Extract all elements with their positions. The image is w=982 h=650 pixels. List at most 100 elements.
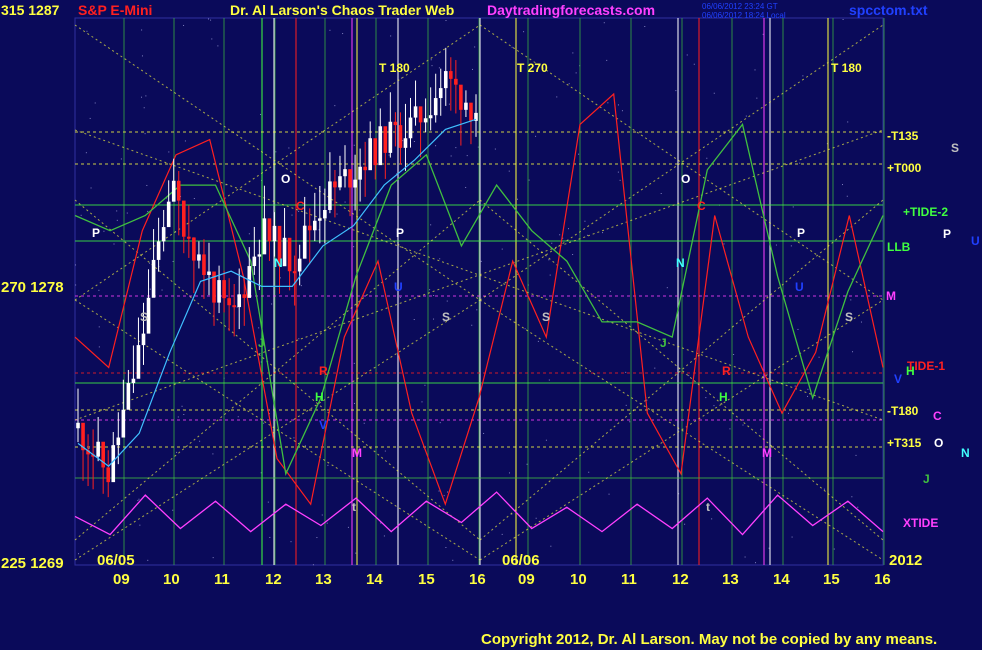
star-dot — [575, 72, 577, 74]
site-link[interactable]: Daytradingforecasts.com — [487, 2, 655, 18]
price-bar — [272, 225, 277, 242]
star-dot — [430, 224, 432, 226]
star-dot — [608, 493, 610, 495]
price-bar — [348, 169, 352, 188]
page-title: Dr. Al Larson's Chaos Trader Web — [230, 2, 455, 18]
price-bar — [459, 84, 463, 110]
star-dot — [141, 55, 143, 57]
star-dot — [450, 155, 452, 157]
star-dot — [607, 102, 609, 104]
price-bar — [287, 237, 292, 272]
price-bar — [333, 181, 337, 188]
star-dot — [199, 440, 201, 442]
star-dot — [452, 559, 454, 561]
star-dot — [326, 522, 328, 524]
star-dot — [559, 234, 561, 236]
price-bar — [96, 441, 100, 457]
star-dot — [193, 198, 195, 200]
star-dot — [857, 506, 859, 508]
price-bar — [106, 467, 111, 483]
star-dot — [147, 559, 149, 561]
annotation-t180: T 180 — [379, 61, 410, 75]
price-bar — [176, 180, 181, 201]
price-bar — [267, 218, 272, 242]
star-dot — [431, 65, 433, 67]
price-bar — [388, 121, 393, 153]
price-bar — [297, 258, 302, 272]
star-dot — [568, 228, 570, 230]
star-dot — [439, 422, 441, 424]
annotation-u: U — [795, 280, 804, 294]
star-dot — [329, 29, 331, 31]
star-dot — [483, 432, 485, 434]
star-dot — [336, 213, 338, 215]
price-bar — [136, 345, 141, 379]
star-dot — [625, 371, 627, 373]
star-dot — [733, 354, 735, 356]
annotation-c: C — [697, 199, 706, 213]
year-label: 2012 — [889, 552, 923, 569]
star-dot — [705, 397, 707, 399]
hour-tick: 12 — [265, 571, 282, 588]
annotation-u: U — [394, 280, 403, 294]
price-bar — [464, 102, 468, 110]
annotation-n: N — [274, 256, 283, 270]
annotation-t270: T 270 — [517, 61, 548, 75]
star-dot — [550, 545, 552, 547]
hour-tick: 09 — [518, 571, 535, 588]
star-dot — [476, 309, 478, 311]
price-bar — [192, 237, 196, 261]
hour-tick: 13 — [722, 571, 739, 588]
star-dot — [799, 162, 801, 164]
annotation-m: M — [762, 446, 772, 460]
star-dot — [263, 422, 265, 424]
star-dot — [353, 246, 355, 248]
price-bar — [438, 88, 443, 99]
annotation-j: J — [660, 336, 667, 350]
label-s: S — [951, 141, 960, 155]
star-dot — [429, 476, 431, 478]
price-bar — [242, 294, 247, 298]
star-dot — [342, 33, 344, 35]
price-bar — [302, 225, 307, 259]
instrument-name: S&P E-Mini — [78, 2, 153, 18]
annotation-r: R — [722, 364, 731, 378]
label-o: O — [934, 436, 944, 450]
star-dot — [684, 523, 686, 525]
price-bar — [247, 266, 252, 298]
price-bar — [156, 241, 161, 260]
star-dot — [788, 412, 790, 414]
star-dot — [291, 214, 293, 216]
star-dot — [526, 463, 528, 465]
price-bar — [222, 280, 226, 299]
label-xtide: XTIDE — [903, 516, 939, 530]
label-t135: -T135 — [887, 129, 919, 143]
star-dot — [847, 121, 849, 123]
price-bar — [307, 225, 312, 231]
price-label-bottom: 225 1269 — [1, 555, 64, 572]
annotation-s: S — [845, 310, 854, 324]
price-bar — [292, 271, 297, 274]
star-dot — [654, 367, 656, 369]
star-dot — [126, 212, 128, 214]
timestamp-local: 06/06/2012 18:24 Local — [702, 11, 786, 20]
star-dot — [548, 379, 550, 381]
star-dot — [98, 346, 100, 348]
star-dot — [445, 546, 447, 548]
star-dot — [267, 501, 269, 503]
star-dot — [334, 105, 336, 107]
star-dot — [120, 158, 122, 160]
star-dot — [413, 319, 415, 321]
star-dot — [517, 198, 519, 200]
star-dot — [402, 140, 404, 142]
star-dot — [212, 557, 214, 559]
star-dot — [248, 233, 250, 235]
star-dot — [327, 464, 329, 466]
price-bar — [262, 218, 267, 255]
star-dot — [686, 54, 688, 56]
star-dot — [212, 453, 214, 455]
annotation-c: C — [296, 199, 305, 213]
star-dot — [433, 294, 435, 296]
star-dot — [355, 552, 357, 554]
copyright-notice: Copyright 2012, Dr. Al Larson. May not b… — [481, 631, 938, 648]
